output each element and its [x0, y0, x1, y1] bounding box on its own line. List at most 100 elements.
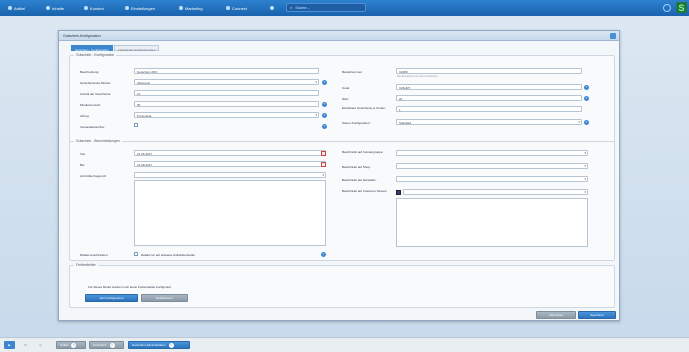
- nav-item-content[interactable]: Inhalte: [46, 5, 64, 11]
- cancel-button[interactable]: Abbrechen: [536, 311, 576, 319]
- save-button[interactable]: Speichern: [578, 311, 616, 319]
- shopware-logo: S: [676, 2, 687, 13]
- shop-select[interactable]: [396, 163, 588, 169]
- customer-stream-select[interactable]: [403, 189, 588, 195]
- help-icon[interactable]: ?: [584, 84, 589, 90]
- from-label: Von:: [80, 152, 87, 156]
- close-task-icon[interactable]: ×: [168, 342, 174, 348]
- help-icon[interactable]: ?: [322, 79, 327, 85]
- value-label: Wert:: [342, 97, 350, 101]
- task-voucher[interactable]: Gutschein ×: [89, 341, 124, 349]
- per-customer-input[interactable]: 1: [396, 106, 582, 112]
- tax-config-label: Steuer-Konfiguration:: [342, 121, 371, 125]
- marketing-icon: [179, 6, 183, 10]
- taskbar: ▶ ▭ ◴ Artikel × Gutschein × Gutschein-Admi…: [0, 337, 689, 352]
- nav-item-connect[interactable]: Connect: [226, 5, 247, 11]
- help-icon[interactable]: ?: [322, 112, 327, 118]
- nav-label: Connect: [232, 5, 247, 11]
- restrict-discount-checkbox[interactable]: [134, 251, 138, 256]
- search-placeholder: Suche...: [295, 5, 310, 10]
- task-article[interactable]: Artikel ×: [56, 341, 86, 349]
- nav-label: Inhalte: [52, 5, 65, 11]
- help-icon[interactable]: ?: [584, 119, 589, 125]
- freetext-info: Für dieses Modul wurden noch keine Freit…: [88, 285, 172, 289]
- customer-stream-list[interactable]: [396, 198, 588, 247]
- per-customer-label: Einlösbare Gutscheine je Kunde:: [342, 106, 386, 110]
- order-number-label: Bestellnummer:: [342, 70, 363, 74]
- restrict-discount-label: Rabatt einschränken:: [80, 253, 109, 257]
- min-order-input[interactable]: 50: [134, 101, 319, 107]
- close-icon[interactable]: [610, 33, 616, 39]
- clock-icon[interactable]: ◴: [36, 341, 45, 349]
- search-icon: ⌕: [290, 5, 293, 10]
- start-menu-icon[interactable]: ▶: [4, 341, 15, 349]
- restrictions-legend: Gutschein - Beschränkungen: [76, 139, 120, 143]
- task-label: Gutschein: [93, 343, 107, 347]
- close-task-icon[interactable]: ×: [109, 342, 115, 348]
- article-list[interactable]: [134, 180, 326, 246]
- shop-label: Beschränkt auf Shop:: [342, 165, 371, 169]
- voucher-count-label: Anzahl der Gutscheine:: [80, 92, 112, 96]
- order-number-hint: Die Bestellnummer des Gutscheins: [397, 75, 438, 78]
- order-number-input[interactable]: V2089: [396, 68, 582, 74]
- nav-label: Einstellungen: [131, 5, 156, 11]
- task-voucher-admin[interactable]: Gutschein-Administration ×: [128, 341, 190, 349]
- calendar-icon[interactable]: [321, 161, 326, 167]
- tax-config-select[interactable]: Standard: [396, 119, 582, 125]
- tab-individual-codes[interactable]: Individuelle Gutscheincodes: [113, 45, 160, 52]
- task-label: Artikel: [60, 343, 69, 347]
- article-limit-select[interactable]: [134, 172, 326, 178]
- calendar-icon[interactable]: [321, 150, 326, 156]
- help-icon[interactable]: ?: [321, 251, 326, 257]
- help-icon: [270, 6, 274, 10]
- customer-stream-swatch: [396, 189, 401, 195]
- code-label: Code:: [342, 86, 351, 90]
- deduction-label: Abzug:: [80, 114, 90, 118]
- description-input[interactable]: Gutschein 20%: [134, 68, 319, 74]
- article-limit-label: Auf Artikel begrenzt:: [80, 174, 107, 178]
- task-label: Gutschein-Administration: [132, 343, 166, 347]
- config-legend: Gutschein - Konfiguration: [76, 53, 115, 57]
- code-mode-label: Gutscheincode-Modus:: [80, 81, 111, 85]
- nav-item-customers[interactable]: Kunden: [84, 5, 104, 11]
- close-task-icon[interactable]: ×: [71, 342, 77, 348]
- help-icon[interactable]: ?: [322, 123, 327, 129]
- customer-group-label: Beschränkt auf Kundengruppe:: [342, 150, 384, 154]
- value-input[interactable]: 20: [396, 95, 582, 101]
- freetext-legend: Freitextfelder: [76, 263, 96, 267]
- tab-configuration[interactable]: Gutschein - Konfiguration: [71, 45, 113, 52]
- help-icon[interactable]: ?: [584, 95, 589, 101]
- search-input[interactable]: ⌕ Suche...: [286, 3, 366, 12]
- free-shipping-label: Versandkostenfrei:: [80, 125, 105, 129]
- nav-label: Marketing: [185, 5, 203, 11]
- min-order-label: Mindestumsatz:: [80, 103, 102, 107]
- customers-icon: [84, 6, 88, 10]
- free-shipping-checkbox[interactable]: [134, 123, 138, 127]
- window-title: Gutschein-Konfiguration: [59, 31, 619, 41]
- top-menu-bar: Artikel Inhalte Kunden Einstellungen Mar…: [0, 0, 689, 16]
- voucher-count-input[interactable]: 10: [134, 90, 319, 96]
- disable-button[interactable]: Deaktivieren: [141, 294, 188, 302]
- code-input[interactable]: V24HR7: [396, 84, 582, 90]
- nav-item-article[interactable]: Artikel: [8, 5, 25, 11]
- configure-button[interactable]: Jetzt konfigurieren: [85, 294, 138, 302]
- from-date-input[interactable]: 21.06.2017: [134, 150, 326, 156]
- voucher-config-window: Gutschein-Konfiguration Gutschein - Konf…: [58, 30, 620, 321]
- nav-item-marketing[interactable]: Marketing: [179, 5, 203, 11]
- content-icon: [46, 6, 50, 10]
- connect-icon: [226, 6, 230, 10]
- layout-icon[interactable]: ▭: [21, 341, 30, 349]
- help-icon[interactable]: ?: [322, 101, 327, 107]
- code-mode-select[interactable]: Allgemein: [134, 79, 319, 85]
- nav-item-settings[interactable]: Einstellungen: [125, 5, 155, 11]
- customer-group-select[interactable]: [396, 150, 588, 156]
- refresh-icon[interactable]: [663, 4, 671, 12]
- article-icon: [8, 6, 12, 10]
- deduction-select[interactable]: Prozentual: [134, 112, 319, 118]
- to-date-input[interactable]: 31.08.2017: [134, 161, 326, 167]
- help-nav-icon[interactable]: [270, 5, 274, 11]
- manufacturer-select[interactable]: [396, 176, 588, 182]
- nav-label: Artikel: [14, 5, 26, 11]
- description-label: Beschreibung:: [80, 70, 100, 74]
- tab-bar: Gutschein - Konfiguration Individuelle G…: [71, 45, 160, 52]
